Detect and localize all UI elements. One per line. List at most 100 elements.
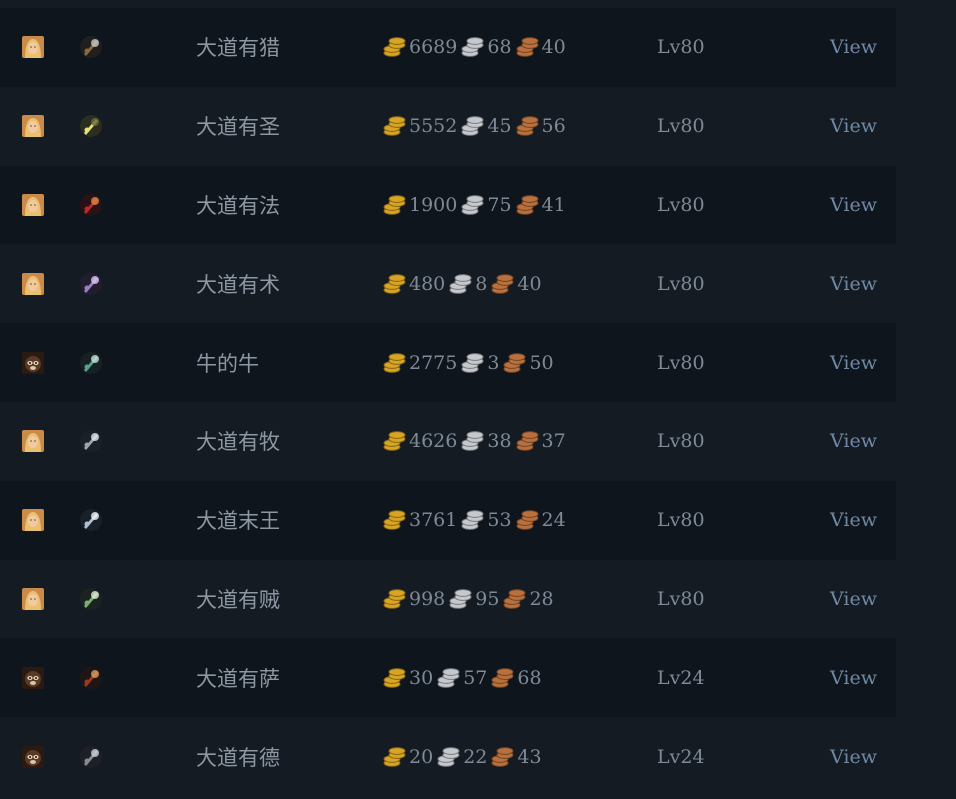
rogue-icon xyxy=(78,560,104,639)
race-portrait-icon xyxy=(22,717,44,796)
race-portrait-icon xyxy=(22,166,44,245)
copper-coin-icon xyxy=(503,352,526,373)
view-link[interactable]: View xyxy=(830,87,877,166)
copper-coin-icon xyxy=(516,195,539,215)
character-row: 大道有萨 30 57 68 Lv24 View xyxy=(0,638,896,718)
view-link[interactable]: View xyxy=(830,402,877,481)
character-name: 大道有术 xyxy=(196,272,280,297)
character-level: Lv80 xyxy=(657,351,705,374)
gold-amount: 20 xyxy=(409,745,434,768)
silver-coin-icon xyxy=(461,352,484,373)
view-link[interactable]: View xyxy=(830,166,877,245)
character-name: 大道有萨 xyxy=(196,666,280,691)
gold-coin-icon xyxy=(383,352,406,373)
copper-coin-icon xyxy=(491,667,514,688)
character-list: 大道有猎 6689 68 40 Lv80 View 大道有圣 5552 45 5… xyxy=(0,8,896,796)
gold-coin-icon xyxy=(383,667,406,688)
character-level: Lv80 xyxy=(657,115,705,138)
silver-amount: 75 xyxy=(487,193,512,216)
view-link[interactable]: View xyxy=(830,560,877,639)
money: 1900 75 41 xyxy=(383,166,570,245)
gold-amount: 30 xyxy=(409,666,434,689)
gold-amount: 2775 xyxy=(409,351,458,374)
silver-amount: 95 xyxy=(475,587,500,610)
gold-coin-icon xyxy=(383,431,406,452)
character-level: Lv80 xyxy=(657,36,705,59)
silver-coin-icon xyxy=(449,273,472,294)
copper-amount: 68 xyxy=(517,666,542,689)
character-level: Lv80 xyxy=(657,193,705,216)
view-link[interactable]: View xyxy=(830,8,877,87)
view-link[interactable]: View xyxy=(830,638,877,717)
gold-coin-icon xyxy=(383,37,406,58)
race-portrait-icon xyxy=(22,244,44,323)
character-name: 大道有贼 xyxy=(196,587,280,612)
warlock-icon xyxy=(78,244,104,323)
copper-coin-icon xyxy=(491,746,514,767)
gold-amount: 4626 xyxy=(409,430,458,453)
silver-coin-icon xyxy=(461,510,484,531)
silver-coin-icon xyxy=(461,116,484,137)
copper-amount: 41 xyxy=(541,193,566,216)
character-row: 大道有贼 998 95 28 Lv80 View xyxy=(0,559,896,639)
character-row: 大道有德 20 22 43 Lv24 View xyxy=(0,717,896,796)
copper-coin-icon xyxy=(516,116,539,137)
silver-amount: 53 xyxy=(487,509,512,532)
view-link[interactable]: View xyxy=(830,244,877,323)
race-portrait-icon xyxy=(22,402,44,481)
silver-coin-icon xyxy=(437,746,460,767)
druid-icon xyxy=(78,717,104,796)
gold-amount: 3761 xyxy=(409,509,458,532)
silver-coin-icon xyxy=(461,431,484,452)
race-portrait-icon xyxy=(22,560,44,639)
gold-amount: 5552 xyxy=(409,115,458,138)
silver-amount: 45 xyxy=(487,115,512,138)
character-level: Lv24 xyxy=(657,666,705,689)
money: 30 57 68 xyxy=(383,638,546,717)
death-knight-icon xyxy=(78,481,104,560)
copper-amount: 24 xyxy=(541,509,566,532)
gold-coin-icon xyxy=(383,195,406,215)
silver-coin-icon xyxy=(437,667,460,688)
character-name: 大道末王 xyxy=(196,509,280,534)
character-row: 大道有牧 4626 38 37 Lv80 View xyxy=(0,401,896,481)
copper-amount: 28 xyxy=(529,587,554,610)
view-link[interactable]: View xyxy=(830,481,877,560)
gold-coin-icon xyxy=(383,589,406,609)
gold-coin-icon xyxy=(383,746,406,767)
character-level: Lv80 xyxy=(657,509,705,532)
gold-amount: 480 xyxy=(409,272,446,295)
gold-coin-icon xyxy=(383,116,406,137)
money: 5552 45 56 xyxy=(383,87,570,166)
gold-amount: 6689 xyxy=(409,36,458,59)
money: 2775 3 50 xyxy=(383,323,558,402)
gold-coin-icon xyxy=(383,273,406,294)
view-link[interactable]: View xyxy=(830,717,877,796)
silver-amount: 3 xyxy=(487,351,500,374)
gold-coin-icon xyxy=(383,510,406,531)
money: 4626 38 37 xyxy=(383,402,570,481)
silver-coin-icon xyxy=(449,589,472,609)
money: 20 22 43 xyxy=(383,717,546,796)
character-row: 大道有猎 6689 68 40 Lv80 View xyxy=(0,8,896,87)
character-level: Lv24 xyxy=(657,745,705,768)
money: 480 8 40 xyxy=(383,244,546,323)
copper-amount: 37 xyxy=(541,430,566,453)
race-portrait-icon xyxy=(22,638,44,717)
copper-coin-icon xyxy=(491,273,514,294)
hunter-icon xyxy=(78,8,104,87)
character-row: 大道有法 1900 75 41 Lv80 View xyxy=(0,165,896,245)
mage-icon xyxy=(78,166,104,245)
view-link[interactable]: View xyxy=(830,323,877,402)
character-level: Lv80 xyxy=(657,587,705,610)
silver-amount: 8 xyxy=(475,272,488,295)
silver-amount: 38 xyxy=(487,430,512,453)
character-name: 牛的牛 xyxy=(196,351,259,376)
character-name: 大道有圣 xyxy=(196,115,280,140)
copper-coin-icon xyxy=(503,589,526,609)
money: 3761 53 24 xyxy=(383,481,570,560)
character-row: 大道有圣 5552 45 56 Lv80 View xyxy=(0,86,896,166)
silver-amount: 22 xyxy=(463,745,488,768)
silver-amount: 57 xyxy=(463,666,488,689)
copper-coin-icon xyxy=(516,431,539,452)
